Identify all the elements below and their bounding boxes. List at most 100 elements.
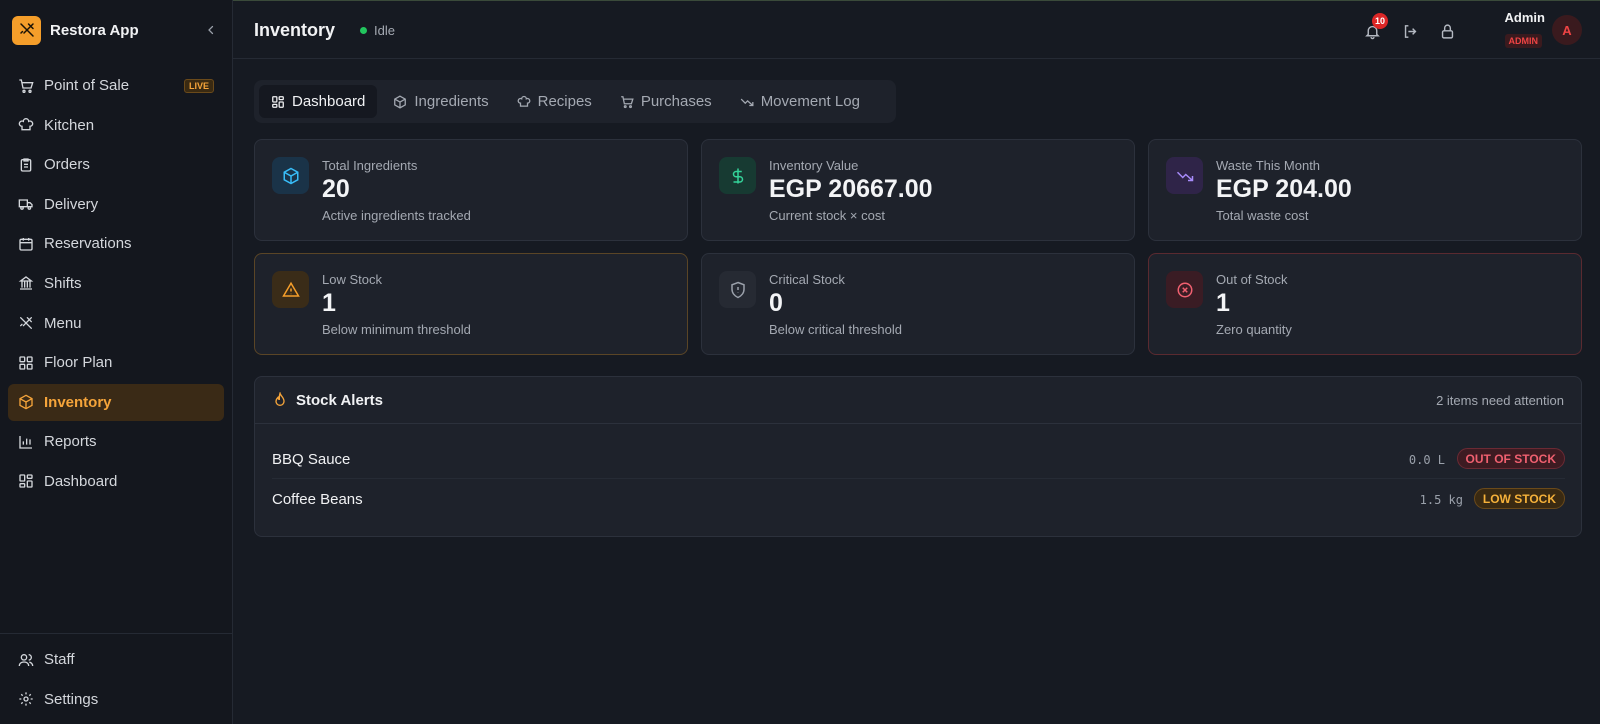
page-title: Inventory <box>254 20 336 40</box>
inventory-tabs: Dashboard Ingredients Recipes Purchases … <box>254 80 896 123</box>
sidebar-item-label: Kitchen <box>44 116 95 134</box>
dollar-icon <box>719 157 756 194</box>
status-text: Idle <box>374 23 395 38</box>
stat-label: Total Ingredients <box>322 158 418 173</box>
tab-purchases[interactable]: Purchases <box>608 85 724 118</box>
lock-icon[interactable] <box>1437 21 1457 41</box>
stock-alerts-header: Stock Alerts 2 items need attention <box>255 377 1581 424</box>
trending-down-icon <box>740 95 754 109</box>
bar-chart-icon <box>17 433 34 450</box>
sidebar-item-kitchen[interactable]: Kitchen <box>8 107 224 144</box>
gear-icon <box>17 691 34 708</box>
sidebar-item-label: Reports <box>44 433 97 451</box>
status-indicator: Idle <box>360 23 395 38</box>
avatar[interactable]: A <box>1552 15 1582 45</box>
dashboard-icon <box>271 95 285 109</box>
user-name[interactable]: Admin <box>1505 10 1545 25</box>
stock-alerts-panel: Stock Alerts 2 items need attention BBQ … <box>254 376 1582 537</box>
restaurant-logo-icon <box>12 15 41 45</box>
utensils-icon <box>17 315 34 332</box>
stock-alerts-title: Stock Alerts <box>296 392 383 409</box>
tab-movement-log[interactable]: Movement Log <box>728 85 872 118</box>
stat-value: 1 <box>1216 289 1230 317</box>
stat-subtitle: Current stock × cost <box>769 208 885 223</box>
calendar-icon <box>17 235 34 252</box>
tab-label: Ingredients <box>414 93 489 110</box>
sidebar-item-label: Shifts <box>44 274 82 292</box>
tab-recipes[interactable]: Recipes <box>505 85 604 118</box>
sidebar-item-delivery[interactable]: Delivery <box>8 186 224 223</box>
stat-subtitle: Below critical threshold <box>769 322 902 337</box>
alerts-count: 2 items need attention <box>1436 393 1564 408</box>
package-icon <box>272 157 309 194</box>
sidebar-item-inventory[interactable]: Inventory <box>8 383 224 421</box>
sidebar-item-label: Settings <box>44 690 99 708</box>
sidebar-item-shifts[interactable]: Shifts <box>8 265 224 302</box>
sidebar-item-reports[interactable]: Reports <box>8 423 224 460</box>
sidebar-nav: Point of Sale LIVE Kitchen Orders Delive… <box>8 67 224 503</box>
tab-dashboard[interactable]: Dashboard <box>259 85 378 118</box>
dashboard-icon <box>17 473 34 490</box>
stat-card-inventory-value: Inventory Value EGP 20667.00 Current sto… <box>701 139 1135 241</box>
tab-label: Recipes <box>537 93 592 110</box>
alert-item-qty: 0.0 L <box>1408 453 1445 467</box>
chef-hat-icon <box>17 117 34 134</box>
logout-icon[interactable] <box>1400 21 1420 41</box>
chevron-left-icon[interactable] <box>202 21 220 39</box>
alert-item-name: BBQ Sauce <box>272 451 351 468</box>
trending-down-icon <box>1166 157 1203 194</box>
building-icon <box>17 275 34 292</box>
tab-ingredients[interactable]: Ingredients <box>381 85 500 118</box>
warning-icon <box>272 271 309 308</box>
stat-value: 1 <box>322 289 336 317</box>
sidebar-item-settings[interactable]: Settings <box>8 681 224 718</box>
stat-subtitle: Total waste cost <box>1216 208 1309 223</box>
stat-card-total-ingredients: Total Ingredients 20 Active ingredients … <box>254 139 688 241</box>
sidebar-item-label: Inventory <box>44 393 112 411</box>
role-badge: ADMIN <box>1504 34 1542 48</box>
sidebar-item-label: Point of Sale <box>44 77 130 94</box>
sidebar-item-point-of-sale[interactable]: Point of Sale LIVE <box>8 67 224 104</box>
sidebar-item-floor-plan[interactable]: Floor Plan <box>8 344 224 381</box>
sidebar-item-label: Menu <box>44 314 82 332</box>
stat-card-critical-stock: Critical Stock 0 Below critical threshol… <box>701 253 1135 355</box>
stat-value: EGP 204.00 <box>1216 175 1352 203</box>
sidebar-item-label: Reservations <box>44 235 132 253</box>
package-icon <box>393 94 407 109</box>
stat-label: Waste This Month <box>1216 158 1321 173</box>
clipboard-icon <box>17 156 34 173</box>
stat-subtitle: Below minimum threshold <box>322 322 471 337</box>
stat-value: 0 <box>769 289 783 317</box>
stat-card-waste-this-month: Waste This Month EGP 204.00 Total waste … <box>1148 139 1582 241</box>
status-badge: OUT OF STOCK <box>1456 448 1565 469</box>
tab-label: Movement Log <box>760 93 860 110</box>
stat-label: Low Stock <box>322 272 382 287</box>
sidebar-item-label: Orders <box>44 156 90 174</box>
alert-row[interactable]: BBQ Sauce 0.0 L OUT OF STOCK <box>272 439 1565 479</box>
sidebar-item-dashboard[interactable]: Dashboard <box>8 463 224 500</box>
truck-icon <box>17 196 34 213</box>
stat-card-out-of-stock: Out of Stock 1 Zero quantity <box>1148 253 1582 355</box>
chef-hat-icon <box>517 95 531 109</box>
sidebar-item-label: Staff <box>44 651 75 668</box>
sidebar-item-reservations[interactable]: Reservations <box>8 225 224 262</box>
sidebar-item-menu[interactable]: Menu <box>8 305 224 342</box>
bell-icon[interactable]: 10 <box>1362 13 1389 41</box>
brand[interactable]: Restora App <box>12 15 222 45</box>
users-icon <box>17 651 34 668</box>
notification-count: 10 <box>1372 13 1389 29</box>
alert-row[interactable]: Coffee Beans 1.5 kg LOW STOCK <box>272 479 1565 519</box>
top-header: Inventory Idle 10 Admin ADMIN A <box>233 1 1600 59</box>
cart-icon <box>17 77 34 94</box>
shield-alert-icon <box>719 271 756 308</box>
sidebar-item-staff[interactable]: Staff <box>8 641 224 678</box>
sidebar-item-label: Delivery <box>44 195 99 213</box>
stat-value: EGP 20667.00 <box>769 175 933 203</box>
sidebar-item-orders[interactable]: Orders <box>8 146 224 183</box>
stat-value: 20 <box>322 175 350 203</box>
cart-icon <box>620 95 634 109</box>
status-dot <box>360 27 367 34</box>
x-circle-icon <box>1166 271 1203 308</box>
stat-label: Out of Stock <box>1216 272 1288 287</box>
flame-icon <box>272 390 288 408</box>
